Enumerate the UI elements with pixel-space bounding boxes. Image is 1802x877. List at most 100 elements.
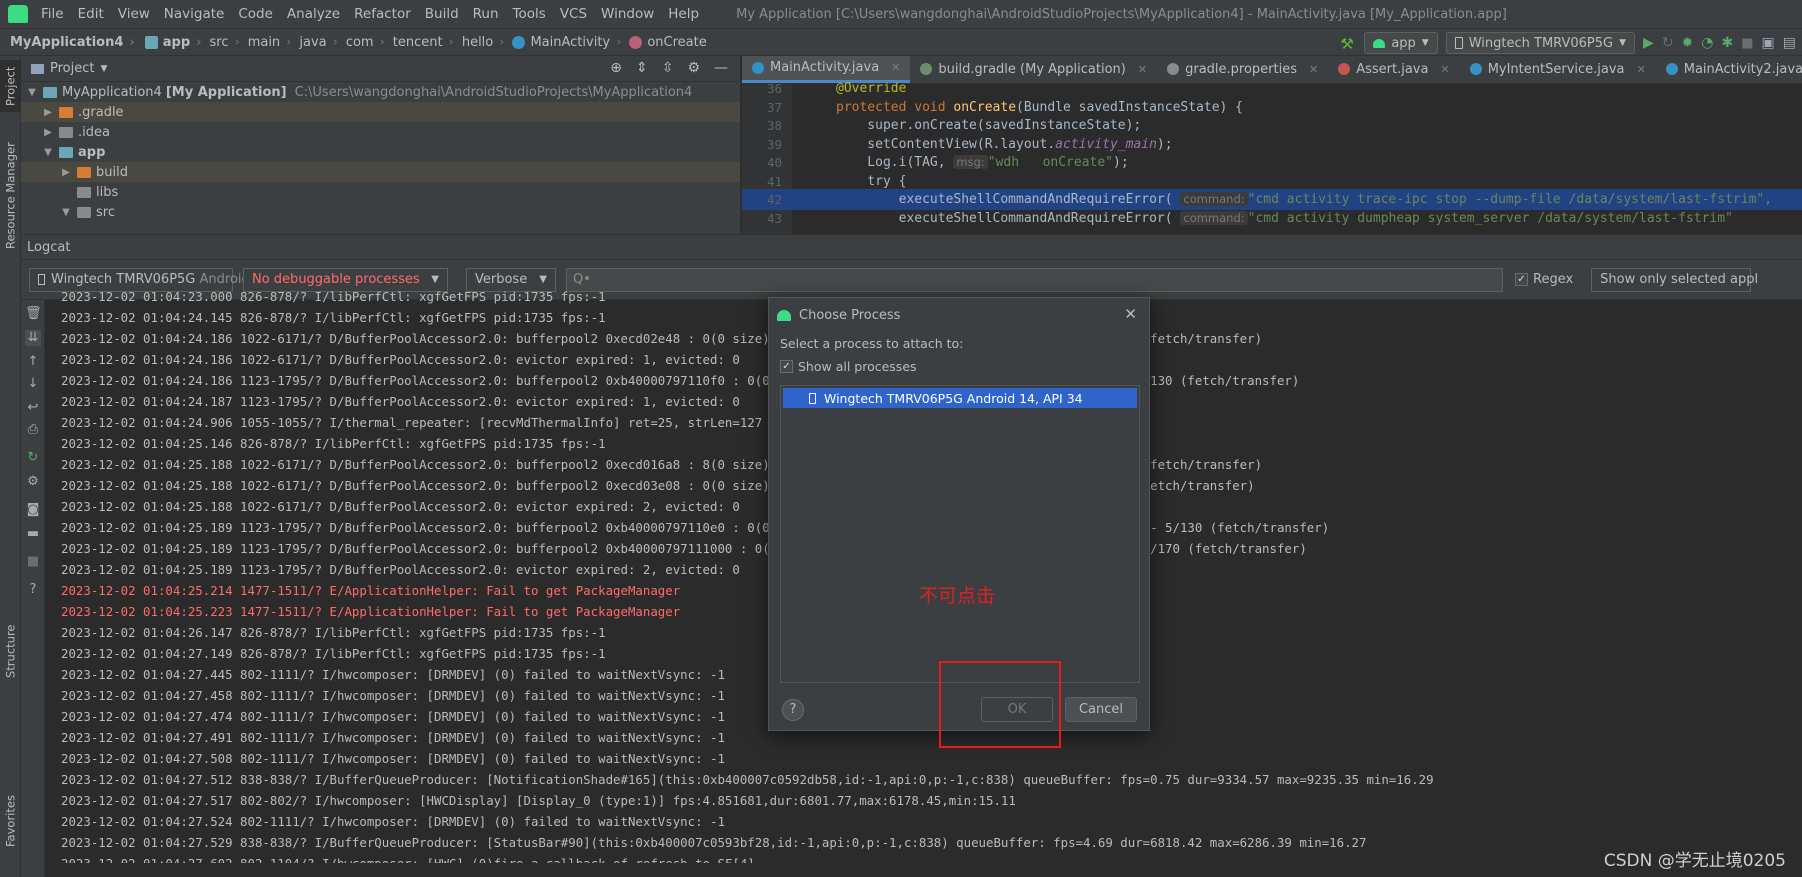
profile-icon[interactable]: ◔ — [1701, 35, 1713, 51]
breadcrumb-item[interactable]: java › — [291, 35, 337, 50]
breadcrumb-label: hello — [461, 34, 494, 50]
tab-project[interactable]: Project — [0, 60, 21, 112]
breadcrumb-item[interactable]: hello › — [454, 35, 505, 50]
soft-wrap-icon[interactable]: ↩ — [25, 400, 41, 416]
close-icon[interactable]: ✕ — [1124, 305, 1137, 323]
menu-item[interactable]: Navigate — [157, 0, 232, 28]
breadcrumb-item[interactable]: com › — [338, 35, 385, 50]
chevron-down-icon[interactable]: ▼ — [25, 87, 39, 98]
checkbox-checked-icon[interactable]: ✓ — [780, 360, 793, 373]
tab-structure[interactable]: Structure — [0, 616, 21, 686]
tab-resource-manager[interactable]: Resource Manager — [0, 136, 21, 256]
locate-icon[interactable]: ⊕ — [610, 60, 622, 76]
chevron-down-icon[interactable]: ▼ — [100, 64, 107, 74]
code-area[interactable]: 36 @Override 37 protected void onCreate(Bun… — [742, 81, 1802, 234]
breadcrumb-item[interactable]: app › — [135, 35, 202, 50]
help-button[interactable]: ? — [782, 699, 804, 721]
process-list[interactable]: Wingtech TMRV06P5G Android 14, API 34 — [780, 385, 1140, 683]
tree-item-src[interactable]: ▼ src — [21, 202, 740, 222]
sdk-manager-icon[interactable]: ▤ — [1783, 35, 1796, 51]
close-tab-icon[interactable]: ✕ — [891, 61, 900, 74]
arrow-up-icon[interactable]: ↑ — [25, 354, 41, 370]
annotation-not-clickable: 不可点击 — [919, 585, 996, 607]
device-manager-icon[interactable]: ▣ — [1762, 35, 1775, 51]
menu-item[interactable]: Refactor — [347, 0, 418, 28]
chevron-right-icon[interactable]: ▶ — [59, 167, 73, 178]
breadcrumb-item[interactable]: MyApplication4 › — [0, 35, 135, 50]
breadcrumb-item[interactable]: main › — [240, 35, 292, 50]
tab-favorites[interactable]: Favorites — [0, 786, 21, 856]
menu-item[interactable]: Tools — [506, 0, 553, 28]
show-all-processes-checkbox[interactable]: ✓ Show all processes — [780, 359, 917, 374]
tree-item-build[interactable]: ▶ build — [21, 162, 740, 182]
collapse-all-icon[interactable]: ⇳ — [662, 60, 674, 76]
stop-icon[interactable]: ■ — [1741, 36, 1753, 51]
expand-all-icon[interactable]: ⇕ — [636, 60, 648, 76]
hide-icon[interactable]: — — [714, 60, 728, 76]
stop-icon[interactable]: ■ — [25, 554, 41, 570]
breadcrumb-item[interactable]: src › — [202, 35, 240, 50]
tree-item-idea[interactable]: ▶ .idea — [21, 122, 740, 142]
menu-item[interactable]: Window — [594, 0, 661, 28]
close-tab-icon[interactable]: ✕ — [1440, 63, 1449, 76]
menu-item[interactable]: File — [34, 0, 71, 28]
menu-item[interactable]: VCS — [553, 0, 594, 28]
debug-icon[interactable]: ✹ — [1682, 35, 1694, 51]
menu-item[interactable]: Analyze — [280, 0, 347, 28]
close-tab-icon[interactable]: ✕ — [1138, 63, 1147, 76]
device-select[interactable]: Wingtech TMRV06P5G ▼ — [1445, 32, 1636, 54]
attach-debugger-icon[interactable]: ✱ — [1722, 35, 1734, 51]
chevron-down-icon: ▼ — [431, 274, 439, 285]
file-icon — [752, 61, 764, 74]
cancel-button[interactable]: Cancel — [1065, 697, 1137, 722]
chevron-down-icon[interactable]: ▼ — [59, 207, 73, 218]
project-view-select[interactable]: Project — [50, 61, 94, 76]
menu-item[interactable]: Run — [466, 0, 506, 28]
chevron-right-icon[interactable]: ▶ — [41, 107, 55, 118]
menu-item[interactable]: View — [111, 0, 157, 28]
run-icon[interactable]: ▶ — [1643, 35, 1654, 51]
breadcrumb-item[interactable]: MainActivity › — [504, 35, 621, 50]
gear-icon[interactable]: ⚙ — [25, 474, 41, 490]
android-icon — [777, 309, 791, 321]
regex-checkbox[interactable]: ✓ Regex — [1515, 272, 1573, 287]
breadcrumb-label: app — [162, 34, 191, 50]
breadcrumb-label: src — [209, 34, 229, 50]
breadcrumb-item[interactable]: onCreate — [621, 35, 707, 50]
video-icon[interactable]: ▬ — [25, 526, 41, 542]
menu-item[interactable]: Build — [418, 0, 466, 28]
code-line[interactable]: 43 executeShellCommandAndRequireError( c… — [742, 208, 1802, 229]
rerun-icon[interactable]: ↻ — [1662, 35, 1674, 51]
tab-project-label: Project — [3, 66, 18, 106]
menu-item[interactable]: Help — [661, 0, 706, 28]
scroll-to-end-icon[interactable]: ⇊ — [25, 330, 41, 346]
chevron-down-icon[interactable]: ▼ — [41, 147, 55, 158]
menu-item[interactable]: Code — [231, 0, 280, 28]
window-title: My Application [C:\Users\wangdonghai\And… — [736, 6, 1507, 22]
checkbox-checked-icon[interactable]: ✓ — [1515, 273, 1528, 286]
tree-item-libs[interactable]: libs — [21, 182, 740, 202]
restart-icon[interactable]: ↻ — [25, 450, 41, 466]
arrow-down-icon[interactable]: ↓ — [25, 376, 41, 392]
file-icon — [1167, 63, 1180, 75]
logcat-process-label: No debuggable processes — [252, 272, 420, 287]
breadcrumb-item[interactable]: tencent › — [385, 35, 454, 50]
camera-icon[interactable]: ◙ — [25, 502, 41, 518]
run-configuration-select[interactable]: app ▼ — [1364, 32, 1438, 54]
tree-item-gradle[interactable]: ▶ .gradle — [21, 102, 740, 122]
chevron-right-icon[interactable]: ▶ — [41, 127, 55, 138]
help-icon[interactable]: ? — [25, 582, 41, 598]
tree-item-root[interactable]: ▼ MyApplication4 [My Application] C:\Use… — [21, 82, 740, 102]
gear-icon[interactable]: ⚙ — [687, 60, 700, 76]
tree-item-app[interactable]: ▼ app — [21, 142, 740, 162]
menu-item[interactable]: Edit — [71, 0, 111, 28]
trash-icon[interactable]: 🗑 — [25, 306, 42, 322]
print-icon[interactable]: ⎙ — [25, 422, 41, 438]
navigation-bar: MyApplication4 › app › src › main › java › com › ten… — [0, 28, 1802, 56]
hammer-icon[interactable]: ⚒ — [1340, 35, 1356, 53]
close-tab-icon[interactable]: ✕ — [1637, 63, 1646, 76]
phone-icon — [809, 392, 816, 404]
code-text: executeShellCommandAndRequireError( comm… — [836, 208, 1733, 229]
close-tab-icon[interactable]: ✕ — [1309, 63, 1318, 76]
process-list-item[interactable]: Wingtech TMRV06P5G Android 14, API 34 — [783, 388, 1137, 408]
